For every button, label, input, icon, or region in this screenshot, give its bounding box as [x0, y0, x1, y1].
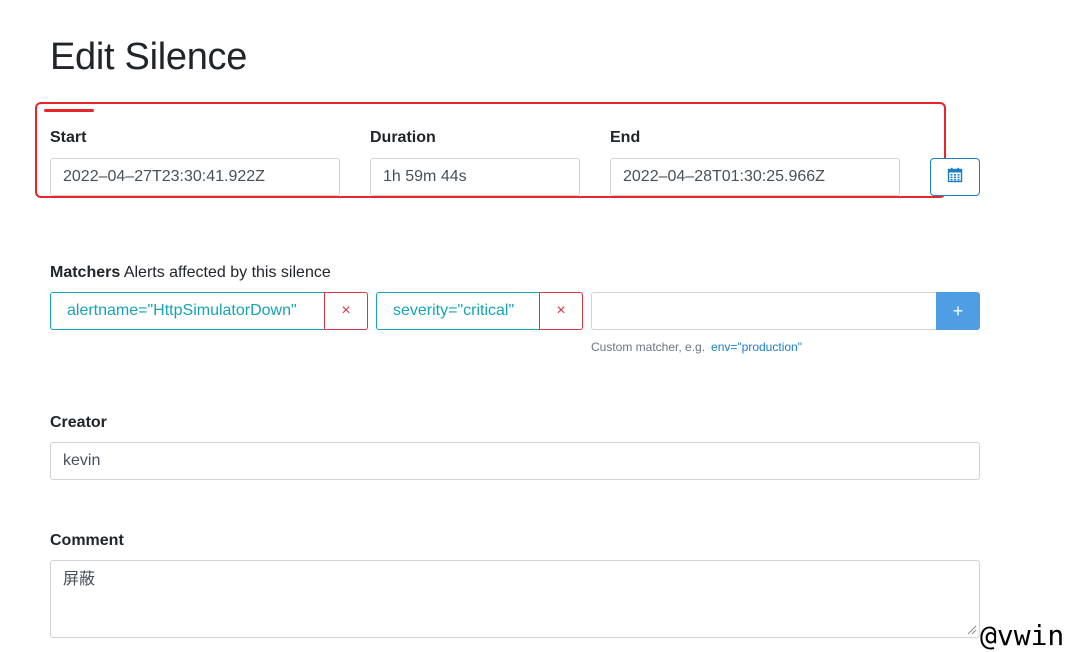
matchers-heading: Matchers Alerts affected by this silence	[50, 263, 331, 283]
add-matcher-button[interactable]: +	[936, 292, 980, 330]
matchers-label: Matchers	[50, 264, 121, 281]
end-input[interactable]: 2022–04–28T01:30:25.966Z	[610, 158, 900, 196]
remove-matcher-button[interactable]: ×	[324, 292, 368, 330]
edit-silence-page: Edit Silence Start 2022–04–27T23:30:41.9…	[0, 0, 1071, 652]
matcher-hint-example: env="production"	[711, 340, 802, 354]
matcher-chip[interactable]: alertname="HttpSimulatorDown"	[50, 292, 325, 330]
calendar-button[interactable]	[930, 158, 980, 196]
watermark: @vwin	[980, 619, 1065, 652]
duration-input[interactable]: 1h 59m 44s	[370, 158, 580, 196]
comment-text: 屏蔽	[63, 571, 96, 588]
creator-input[interactable]: kevin	[50, 442, 980, 480]
start-input[interactable]: 2022–04–27T23:30:41.922Z	[50, 158, 340, 196]
comment-textarea[interactable]: 屏蔽	[50, 560, 980, 638]
page-title: Edit Silence	[50, 36, 248, 78]
matcher-hint: Custom matcher, e.g. env="production"	[591, 340, 802, 355]
end-label: End	[610, 129, 641, 146]
duration-label: Duration	[370, 129, 436, 146]
new-matcher-input[interactable]	[591, 292, 937, 330]
matcher-chip[interactable]: severity="critical"	[376, 292, 540, 330]
calendar-icon	[947, 167, 963, 188]
resize-grip-icon[interactable]	[967, 625, 977, 635]
creator-label: Creator	[50, 414, 107, 431]
start-label: Start	[50, 129, 87, 146]
remove-matcher-button[interactable]: ×	[539, 292, 583, 330]
matcher-hint-text: Custom matcher, e.g.	[591, 340, 706, 354]
matchers-sublabel: Alerts affected by this silence	[123, 264, 331, 281]
comment-label: Comment	[50, 532, 124, 549]
